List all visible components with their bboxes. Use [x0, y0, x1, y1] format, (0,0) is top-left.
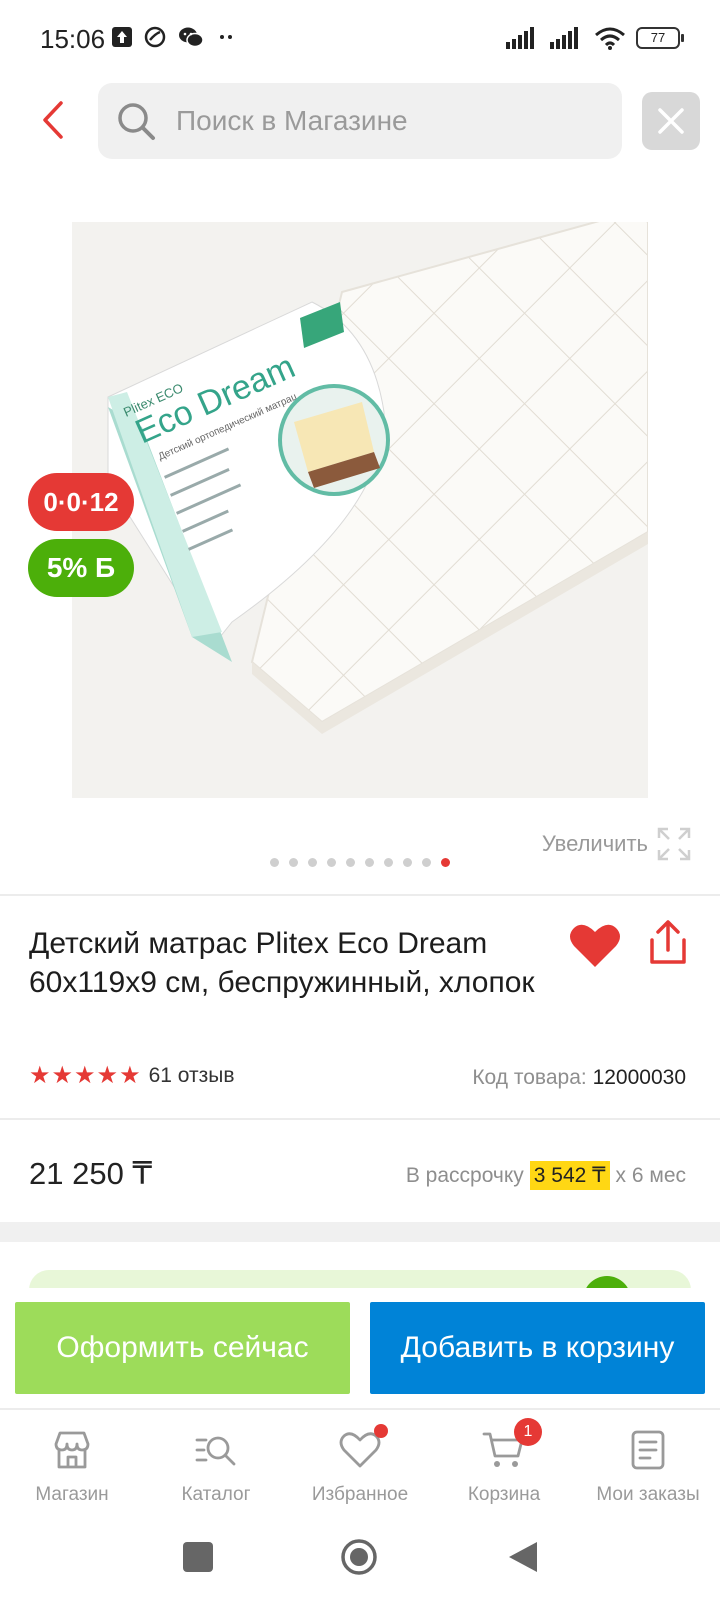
- expand-icon: [657, 827, 691, 861]
- nav-item-favorites[interactable]: Избранное: [288, 1410, 432, 1518]
- divider: [0, 894, 720, 896]
- nav-item-cart[interactable]: 1 Корзина: [432, 1410, 576, 1518]
- back-nav-button[interactable]: [505, 1538, 541, 1576]
- rating-stars: ★ ★ ★ ★ ★: [29, 1064, 141, 1088]
- divider: [0, 1118, 720, 1120]
- reviews-link[interactable]: 61 отзыв: [149, 1064, 235, 1088]
- favorite-button[interactable]: [568, 922, 622, 970]
- gallery-dot[interactable]: [384, 858, 393, 867]
- gallery-dot[interactable]: [327, 858, 336, 867]
- more-notifications-icon: [220, 35, 232, 39]
- gallery-dot[interactable]: [346, 858, 355, 867]
- search-box[interactable]: [98, 83, 622, 159]
- nav-label-catalog: Каталог: [181, 1484, 251, 1505]
- nav-label-favorites: Избранное: [311, 1484, 409, 1505]
- status-time: 15:06: [40, 24, 106, 54]
- rating-row[interactable]: ★ ★ ★ ★ ★ 61 отзыв: [29, 1064, 235, 1088]
- star-icon: ★: [119, 1062, 141, 1089]
- recent-apps-button[interactable]: [183, 1542, 213, 1572]
- gallery-dot[interactable]: [308, 858, 317, 867]
- share-button[interactable]: [646, 918, 690, 968]
- status-system-icons: 77: [506, 26, 684, 50]
- wifi-icon: [595, 27, 625, 50]
- top-bar: [0, 80, 720, 160]
- product-photo: Plitex ECO Eco Dream Детский ортопедичес…: [72, 222, 648, 798]
- star-icon: ★: [96, 1062, 119, 1089]
- close-button[interactable]: [642, 92, 700, 150]
- star-icon: ★: [51, 1062, 74, 1089]
- star-icon: ★: [29, 1062, 51, 1089]
- star-icon: ★: [74, 1062, 96, 1089]
- search-icon: [118, 103, 155, 140]
- gallery-dot[interactable]: [289, 858, 298, 867]
- installment-suffix: x 6 мес: [615, 1163, 686, 1187]
- signal-icon-2: [550, 27, 578, 49]
- chevron-left-icon: [43, 101, 63, 139]
- zoom-button[interactable]: Увеличить: [542, 826, 692, 862]
- clock-notification-icon: [144, 26, 166, 48]
- action-bar: Оформить сейчас Добавить в корзину: [0, 1288, 720, 1404]
- sku-label: Код товара:: [472, 1066, 587, 1089]
- installment-info[interactable]: В рассрочку 3 542 ₸ x 6 мес: [406, 1161, 686, 1190]
- product-image[interactable]: Plitex ECO Eco Dream Детский ортопедичес…: [72, 222, 648, 798]
- buy-now-button[interactable]: Оформить сейчас: [15, 1302, 350, 1394]
- bottom-nav: Магазин Каталог Избранное 1 Корзина Мои …: [0, 1408, 720, 1518]
- installment-amount: 3 542 ₸: [529, 1161, 610, 1190]
- heart-filled-icon: [570, 924, 620, 967]
- back-button[interactable]: [30, 98, 74, 142]
- close-icon: [658, 108, 684, 134]
- cart-count-badge: 1: [514, 1418, 542, 1446]
- nav-label-store: Магазин: [35, 1484, 109, 1505]
- gallery-dot[interactable]: [403, 858, 412, 867]
- status-bar: 15:06 77: [0, 0, 720, 78]
- nav-label-cart: Корзина: [467, 1484, 541, 1505]
- section-gap: [0, 1222, 720, 1242]
- gallery-dot[interactable]: [422, 858, 431, 867]
- installment-prefix: В рассрочку: [405, 1163, 524, 1187]
- store-icon: [54, 1431, 90, 1469]
- sku: Код товара: 12000030: [472, 1066, 686, 1090]
- nav-item-catalog[interactable]: Каталог: [144, 1410, 288, 1518]
- price: 21 250 ₸: [29, 1156, 153, 1191]
- product-title: Детский матрас Plitex Eco Dream 60x119x9…: [29, 927, 535, 999]
- nav-item-orders[interactable]: Мои заказы: [576, 1410, 720, 1518]
- favorites-dot: [374, 1424, 388, 1438]
- share-icon: [650, 920, 686, 964]
- installment-badge: 0·0·12: [28, 473, 134, 531]
- zoom-label: Увеличить: [541, 831, 648, 856]
- home-button[interactable]: [340, 1538, 378, 1576]
- upload-notification-icon: [112, 27, 132, 47]
- status-notification-icons: [112, 26, 236, 48]
- gallery-dot[interactable]: [441, 858, 450, 867]
- signal-icon: [506, 27, 534, 49]
- gallery-dots: [0, 858, 720, 867]
- bonus-badge: 5% Б: [28, 539, 134, 597]
- gallery-dot[interactable]: [270, 858, 279, 867]
- battery-indicator: 77: [636, 27, 684, 49]
- wechat-notification-icon: [179, 27, 204, 48]
- nav-item-store[interactable]: Магазин: [0, 1410, 144, 1518]
- catalog-search-icon: [195, 1436, 236, 1466]
- sku-value: 12000030: [592, 1066, 686, 1089]
- search-input[interactable]: [176, 101, 596, 141]
- orders-icon: [631, 1430, 665, 1470]
- gallery-dot[interactable]: [365, 858, 374, 867]
- nav-label-orders: Мои заказы: [596, 1484, 700, 1505]
- add-to-cart-button[interactable]: Добавить в корзину: [370, 1302, 705, 1394]
- system-nav-bar: [0, 1520, 720, 1600]
